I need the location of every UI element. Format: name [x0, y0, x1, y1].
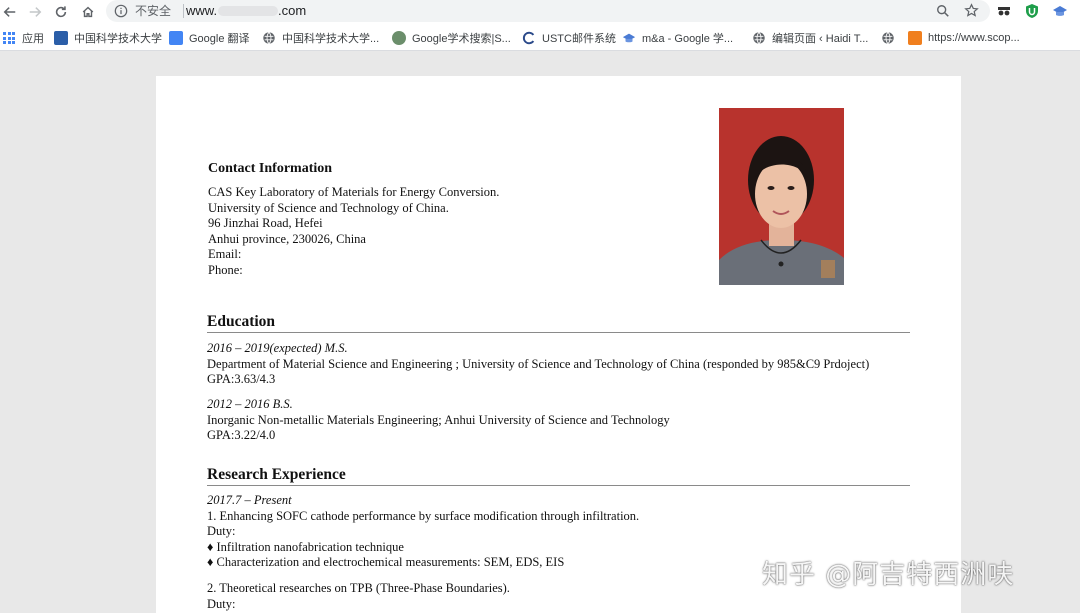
scopus-icon: [908, 31, 922, 45]
google-translate-icon: [169, 31, 183, 45]
bookmark-label: Google学术搜索|S...: [412, 33, 511, 45]
education-gpa: GPA:3.63/4.3: [207, 372, 276, 387]
bookmark-label: 编辑页面 ‹ Haidi T...: [772, 33, 869, 45]
profile-photo: [719, 108, 844, 285]
bookmark-ustc-mail[interactable]: USTC邮件系统: [522, 30, 616, 46]
education-entry: 2016 – 2019(expected) M.S. Department of…: [207, 341, 869, 388]
home-icon: [82, 6, 94, 18]
research-block: 2017.7 – Present 1. Enhancing SOFC catho…: [207, 493, 639, 612]
arrow-left-icon: [3, 7, 16, 17]
reload-icon: [55, 6, 67, 18]
bookmark-google-translate[interactable]: Google 翻译: [169, 30, 250, 46]
research-heading: Research Experience: [207, 466, 346, 483]
bookmark-label: Google 翻译: [189, 33, 250, 45]
back-button[interactable]: [0, 2, 20, 22]
info-icon[interactable]: [114, 4, 128, 18]
globe-icon: [753, 32, 765, 44]
research-project: 1. Enhancing SOFC cathode performance by…: [207, 508, 640, 523]
education-gpa: GPA:3.22/4.0: [207, 428, 276, 443]
education-detail: Inorganic Non-metallic Materials Enginee…: [207, 412, 670, 427]
google-scholar-icon: [392, 31, 406, 45]
research-bullet: ♦ Infiltration nanofabrication technique: [207, 539, 404, 554]
bookmark-globe[interactable]: [881, 30, 901, 46]
bookmark-ustc[interactable]: 中国科学技术大学: [54, 30, 162, 46]
bookmark-star-icon[interactable]: [964, 3, 979, 18]
contact-phone-label: Phone:: [208, 262, 243, 277]
browser-toolbar: 不安全 www. .com: [0, 0, 1080, 24]
bookmark-label: 中国科学技术大学...: [282, 33, 380, 45]
research-duty-label: Duty:: [207, 596, 236, 611]
bookmark-edit-page[interactable]: 编辑页面 ‹ Haidi T...: [752, 30, 868, 46]
education-entry: 2012 – 2016 B.S. Inorganic Non-metallic …: [207, 397, 670, 444]
arrow-right-icon: [29, 7, 42, 17]
zoom-icon[interactable]: [936, 4, 950, 18]
forward-button[interactable]: [25, 2, 45, 22]
research-bullet: ♦ Characterization and electrochemical m…: [207, 555, 565, 570]
ustc-logo-icon: [54, 31, 68, 45]
contact-line: Anhui province, 230026, China: [208, 231, 366, 246]
scholar-cap-icon: [622, 33, 636, 43]
home-button[interactable]: [78, 2, 98, 22]
contact-line: University of Science and Technology of …: [208, 200, 449, 215]
omnibox-separator: [183, 4, 184, 18]
bookmarks-bar: 应用 中国科学技术大学 Google 翻译 中国科学技术大学... Google…: [0, 24, 1080, 51]
url-suffix: .com: [278, 3, 307, 18]
bookmark-scholar-ma[interactable]: m&a - Google 学...: [622, 30, 733, 46]
bookmark-label: USTC邮件系统: [542, 33, 616, 45]
bookmark-scopus[interactable]: https://www.scop...: [908, 30, 1020, 46]
zhihu-watermark: 知乎 @阿吉特西洲呋: [762, 560, 1015, 590]
bookmark-google-scholar[interactable]: Google学术搜索|S...: [392, 30, 511, 46]
not-secure-label: 不安全: [135, 4, 172, 18]
bookmark-apps[interactable]: 应用: [3, 30, 44, 46]
mail-icon: [522, 31, 535, 45]
bookmark-label: 中国科学技术大学: [74, 33, 162, 45]
contact-line: CAS Key Laboratory of Materials for Ener…: [208, 185, 500, 199]
bookmark-ustc-2[interactable]: 中国科学技术大学...: [262, 30, 379, 46]
address-bar[interactable]: 不安全 www. .com: [106, 0, 990, 22]
url-prefix: www.: [186, 3, 218, 18]
research-divider: [207, 485, 910, 486]
url-redacted: [218, 6, 278, 16]
incognito-extension-icon[interactable]: [996, 3, 1012, 19]
education-period: 2016 – 2019(expected) M.S.: [207, 341, 348, 355]
contact-email-label: Email:: [208, 247, 242, 262]
bookmark-label: m&a - Google 学...: [642, 33, 734, 45]
shield-extension-icon[interactable]: [1024, 3, 1040, 19]
research-project: 2. Theoretical researches on TPB (Three-…: [207, 580, 510, 595]
contact-block: CAS Key Laboratory of Materials for Ener…: [208, 185, 499, 279]
contact-heading: Contact Information: [208, 161, 333, 176]
research-period: 2017.7 – Present: [207, 493, 292, 507]
globe-icon: [263, 32, 275, 44]
globe-icon: [882, 32, 894, 44]
reload-button[interactable]: [51, 2, 71, 22]
education-period: 2012 – 2016 B.S.: [207, 397, 293, 411]
scholar-extension-icon[interactable]: [1052, 3, 1068, 19]
bookmark-label: https://www.scop...: [928, 32, 1020, 44]
education-detail: Department of Material Science and Engin…: [207, 356, 870, 371]
education-heading: Education: [207, 313, 276, 330]
research-duty-label: Duty:: [207, 524, 236, 539]
apps-grid-icon: [3, 32, 15, 44]
contact-line: 96 Jinzhai Road, Hefei: [208, 216, 323, 231]
bookmark-label: 应用: [22, 33, 44, 45]
education-divider: [207, 332, 910, 333]
portrait-image: [719, 108, 844, 285]
